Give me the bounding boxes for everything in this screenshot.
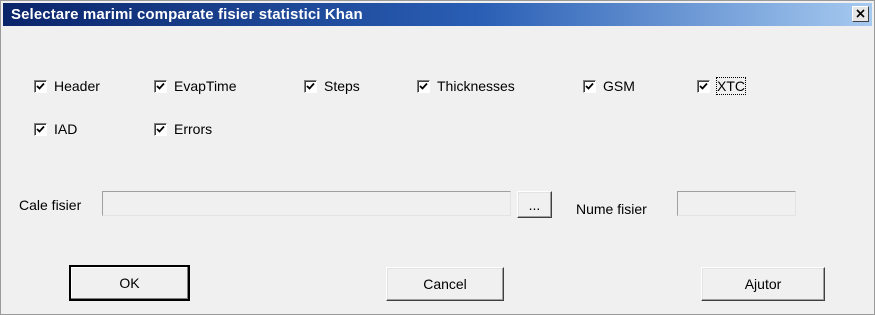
filename-input[interactable] [677,191,796,216]
checkbox-box[interactable] [583,79,596,93]
checkbox-box[interactable] [304,79,317,93]
dialog-window: Selectare marimi comparate fisier statis… [0,0,875,315]
checkbox-label: GSM [603,78,635,94]
checkbox-thicknesses[interactable]: Thicknesses [417,76,515,96]
path-label: Cale fisier [19,197,82,213]
help-label: Ajutor [744,276,782,292]
checkbox-errors[interactable]: Errors [154,119,212,139]
checkbox-label: IAD [54,121,78,137]
checkbox-box[interactable] [34,122,47,136]
checkbox-box[interactable] [697,79,710,93]
help-button[interactable]: Ajutor [701,267,825,301]
checkbox-label: Thicknesses [437,78,515,94]
checkmark-icon [156,125,165,133]
title-bar[interactable]: Selectare marimi comparate fisier statis… [3,3,872,26]
window-title: Selectare marimi comparate fisier statis… [11,6,363,23]
cancel-button[interactable]: Cancel [386,267,504,301]
path-input[interactable] [102,191,511,216]
checkmark-icon [699,82,708,90]
checkbox-evaptime[interactable]: EvapTime [154,76,237,96]
checkbox-label: XTC [716,77,746,95]
cancel-label: Cancel [423,276,467,292]
checkmark-icon [36,82,45,90]
checkbox-label: Header [54,78,100,94]
checkbox-box[interactable] [154,122,167,136]
checkbox-gsm[interactable]: GSM [583,76,635,96]
checkbox-header[interactable]: Header [34,76,100,96]
checkbox-label: EvapTime [174,78,237,94]
close-button[interactable] [852,6,869,22]
checkbox-iad[interactable]: IAD [34,119,77,139]
checkbox-box[interactable] [417,79,430,93]
checkmark-icon [156,82,165,90]
filename-label: Nume fisier [576,201,647,217]
checkmark-icon [585,82,594,90]
checkbox-label: Steps [324,78,360,94]
checkbox-box[interactable] [154,79,167,93]
browse-button[interactable]: ... [517,191,552,218]
checkbox-label: Errors [174,121,213,137]
checkbox-xtc[interactable]: XTC [697,76,746,96]
checkbox-steps[interactable]: Steps [304,76,360,96]
ok-label: OK [119,275,140,291]
checkmark-icon [419,82,428,90]
checkmark-icon [36,125,45,133]
checkmark-icon [306,82,315,90]
ok-button[interactable]: OK [69,265,190,301]
checkbox-box[interactable] [34,79,47,93]
close-icon [856,9,865,18]
browse-label: ... [528,196,541,213]
